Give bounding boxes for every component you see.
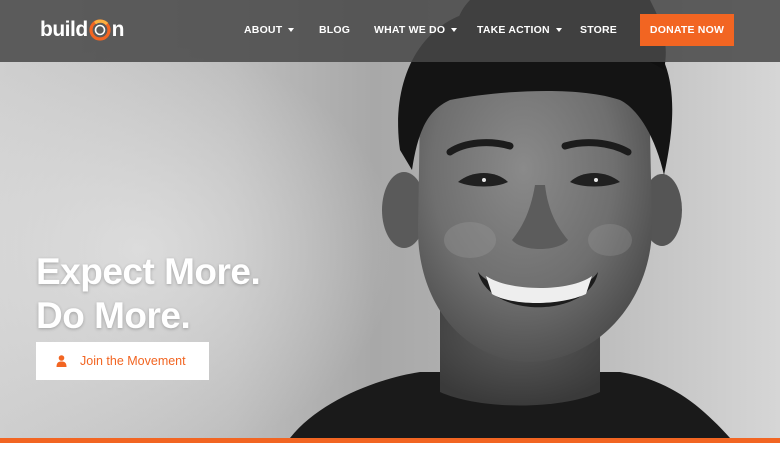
nav-store-label: STORE [580,24,617,36]
chevron-down-icon [288,28,295,32]
join-movement-label: Join the Movement [80,354,186,368]
page-bottom-strip [0,443,780,456]
nav-take-action-label: TAKE ACTION [477,24,550,36]
nav-about[interactable]: ABOUT [244,24,295,36]
join-movement-button[interactable]: Join the Movement [36,342,209,380]
nav-what-we-do[interactable]: WHAT WE DO [374,24,458,36]
headline-line-1: Expect More. [36,251,261,292]
nav-about-label: ABOUT [244,24,283,36]
person-icon [56,355,67,367]
logo-text-suffix: n [111,18,125,41]
nav-store[interactable]: STORE [580,24,617,36]
nav-what-we-do-label: WHAT WE DO [374,24,446,36]
hero-headline: Expect More. Do More. [36,250,261,338]
donate-now-button[interactable]: DONATE NOW [640,14,734,46]
nav-take-action[interactable]: TAKE ACTION [477,24,562,36]
headline-line-2: Do More. [36,295,191,336]
buildon-logo[interactable]: build n [40,14,124,46]
nav-blog[interactable]: BLOG [319,24,350,36]
site-header: build n ABOUT BLOG WHAT WE DO TAKE ACTIO… [0,0,780,62]
logo-text-prefix: build [40,18,88,41]
logo-ring-icon [89,19,111,41]
chevron-down-icon [451,28,458,32]
chevron-down-icon [555,28,562,32]
nav-blog-label: BLOG [319,24,351,36]
